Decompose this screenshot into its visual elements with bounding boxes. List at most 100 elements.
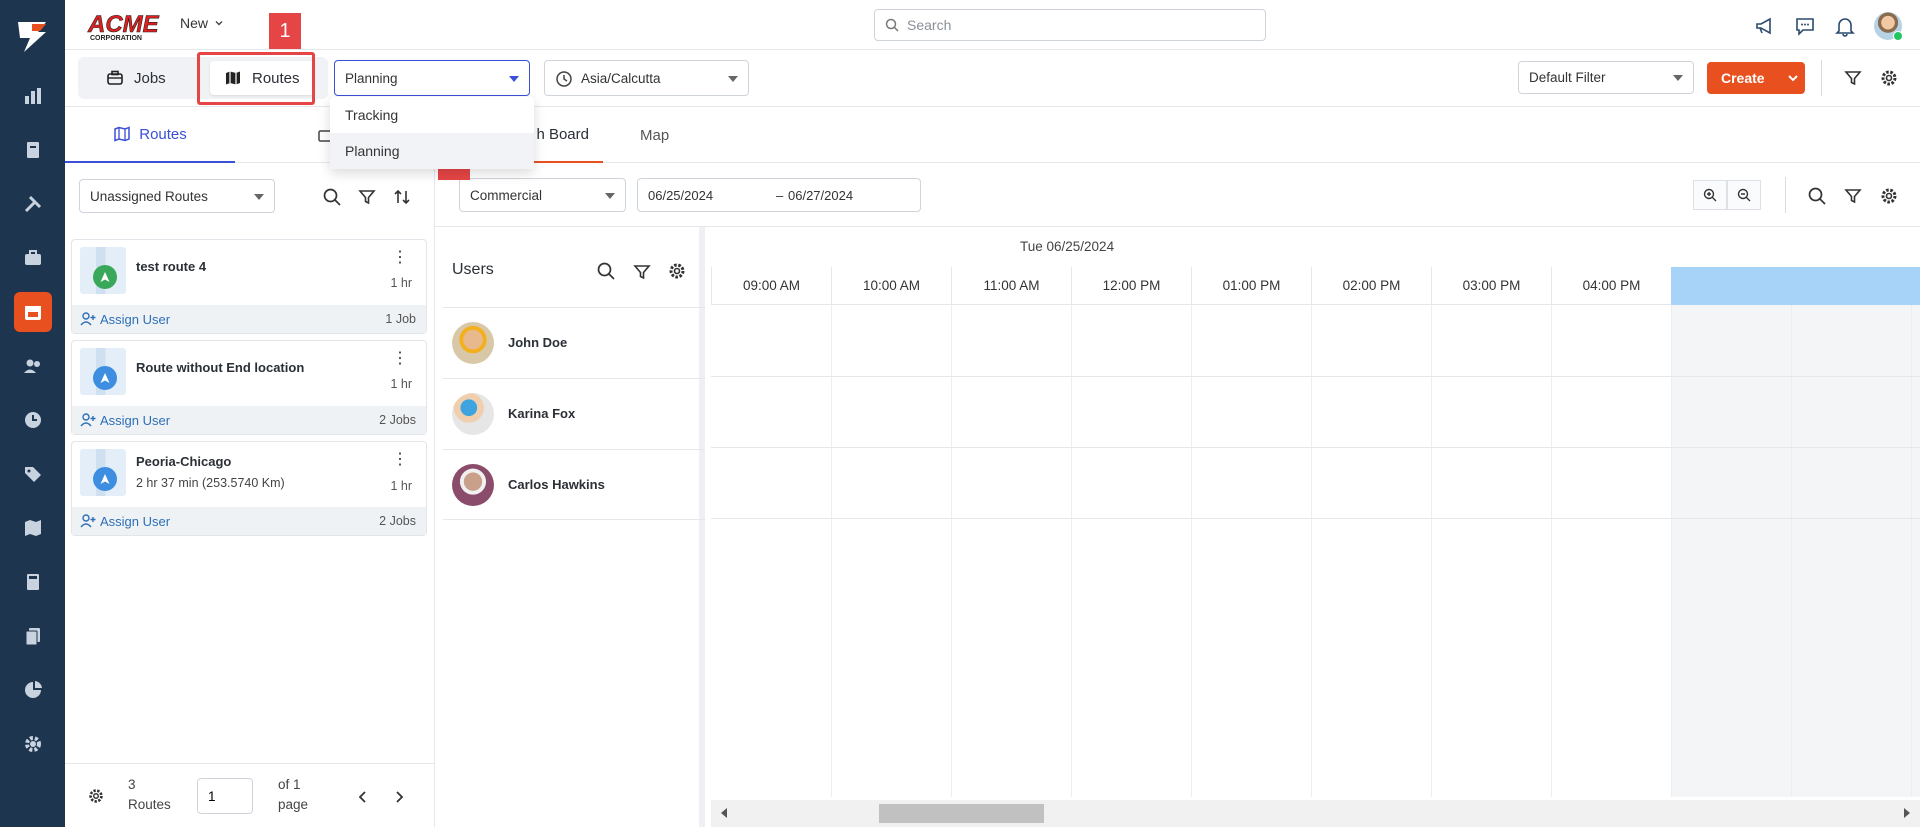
search-icon[interactable] [322,187,342,207]
megaphone-icon[interactable] [1754,15,1776,37]
search-icon[interactable] [596,261,616,281]
app-logo-icon[interactable] [12,16,52,56]
user-avatar[interactable] [1874,12,1903,41]
grid-line [1551,305,1552,797]
filter-icon[interactable] [632,262,652,282]
clock-nav-icon[interactable] [0,400,65,440]
chevron-right-icon[interactable] [393,790,405,804]
view-mode-select[interactable]: Planning [334,60,530,96]
tab-routes[interactable]: Routes [65,107,235,163]
search-icon[interactable] [1807,186,1827,206]
calculator-nav-icon[interactable] [0,562,65,602]
route-card[interactable]: Peoria-Chicago 2 hr 37 min (253.5740 Km)… [71,441,427,536]
hour-header: 02:00 PM [1311,267,1431,305]
tab-map[interactable]: Map [640,107,669,163]
avatar [452,322,494,364]
timezone-select[interactable]: Asia/Calcutta [544,60,749,96]
filter-icon[interactable] [1843,68,1863,88]
annotation-badge-1: 1 [269,13,301,49]
tools-nav-icon[interactable] [0,184,65,224]
hour-header: 01:00 PM [1191,267,1311,305]
users-header: Users [443,227,705,307]
scroll-right-icon[interactable] [1904,808,1910,818]
category-select[interactable]: Commercial [459,178,626,212]
brand-name: ACME [87,11,160,38]
files-nav-icon[interactable] [0,616,65,656]
add-user-icon [80,312,96,326]
new-menu-button[interactable]: New [180,15,224,31]
calendar-nav-icon[interactable] [0,292,65,332]
search-input[interactable] [907,17,1247,33]
route-duration: 1 hr [390,479,412,493]
scroll-left-icon[interactable] [721,808,727,818]
add-user-icon [80,514,96,528]
global-search[interactable] [874,9,1266,41]
assign-user-button[interactable]: Assign User [80,514,170,529]
gear-icon[interactable] [1879,68,1899,88]
chevron-left-icon[interactable] [357,790,369,804]
horizontal-scrollbar[interactable] [711,800,1920,827]
tag-nav-icon[interactable] [0,454,65,494]
assign-user-button[interactable]: Assign User [80,413,170,428]
assign-user-button[interactable]: Assign User [80,312,170,327]
view-mode-value: Planning [345,70,398,86]
hour-header: 03:00 PM [1431,267,1551,305]
navigation-pin-icon [93,366,117,390]
caret-down-icon [509,76,519,82]
map-icon [114,126,130,142]
route-card-footer: Assign User 1 Job [72,305,426,333]
schedule-toolbar: Commercial 06/25/2024 – 06/27/2024 [435,163,1920,227]
route-list-filter-select[interactable]: Unassigned Routes [79,179,275,213]
dropdown-option-planning[interactable]: Planning [330,133,534,169]
jobs-toggle-button[interactable]: Jobs [92,61,180,95]
grid-line [1671,305,1672,797]
hour-header: 09:00 AM [711,267,831,305]
gear-icon[interactable] [87,787,105,805]
tab-dispatch-board[interactable]: h Board [530,107,603,163]
map-nav-icon[interactable] [0,508,65,548]
user-name: John Doe [508,335,568,350]
dropdown-option-tracking[interactable]: Tracking [330,97,534,133]
brand-logo[interactable]: ACME CORPORATION [87,8,163,42]
zoom-in-icon [1703,188,1717,202]
grid-line [951,305,952,797]
filter-icon[interactable] [1843,186,1863,206]
gear-icon[interactable] [1879,186,1899,206]
route-title: Route without End location [136,360,305,375]
user-row[interactable]: John Doe [443,307,705,378]
zoom-in-button[interactable] [1693,180,1727,210]
gear-icon[interactable] [667,261,687,281]
user-row[interactable]: Karina Fox [443,378,705,449]
bell-icon[interactable] [1834,15,1856,37]
route-job-count: 1 Job [385,312,416,326]
dashboard-nav-icon[interactable] [0,76,65,116]
more-options-icon[interactable]: ⋮ [392,250,408,266]
settings-nav-icon[interactable] [0,724,65,764]
date-range-picker[interactable]: 06/25/2024 – 06/27/2024 [637,178,921,212]
scrollbar-thumb[interactable] [879,804,1044,823]
more-options-icon[interactable]: ⋮ [392,351,408,367]
filter-icon[interactable] [357,187,377,207]
brand-subtitle: CORPORATION [90,35,142,42]
route-card[interactable]: Route without End location ⋮ 1 hr Assign… [71,340,427,435]
page-number-input[interactable] [197,778,253,814]
date-end: 06/27/2024 [788,187,854,203]
user-row[interactable]: Carlos Hawkins [443,449,705,520]
zoom-out-button[interactable] [1727,180,1761,210]
hour-header: 10:00 AM [831,267,951,305]
saved-filter-value: Default Filter [1529,70,1606,85]
users-nav-icon[interactable] [0,346,65,386]
sort-icon[interactable] [392,187,412,207]
saved-filter-select[interactable]: Default Filter [1518,61,1694,94]
route-duration: 1 hr [390,377,412,391]
route-card[interactable]: test route 4 ⋮ 1 hr Assign User 1 Job [71,239,427,334]
chat-icon[interactable] [1794,15,1816,37]
create-button[interactable]: Create [1707,62,1805,94]
route-list-filter-value: Unassigned Routes [90,188,208,204]
schedule-timeline: Tue 06/25/2024 09:00 AM 10:00 AM 11:00 A… [711,227,1920,827]
more-options-icon[interactable]: ⋮ [392,452,408,468]
reports-nav-icon[interactable] [0,670,65,710]
jobs-nav-icon[interactable] [0,238,65,278]
documents-nav-icon[interactable] [0,130,65,170]
tab-map-label: Map [640,126,670,144]
